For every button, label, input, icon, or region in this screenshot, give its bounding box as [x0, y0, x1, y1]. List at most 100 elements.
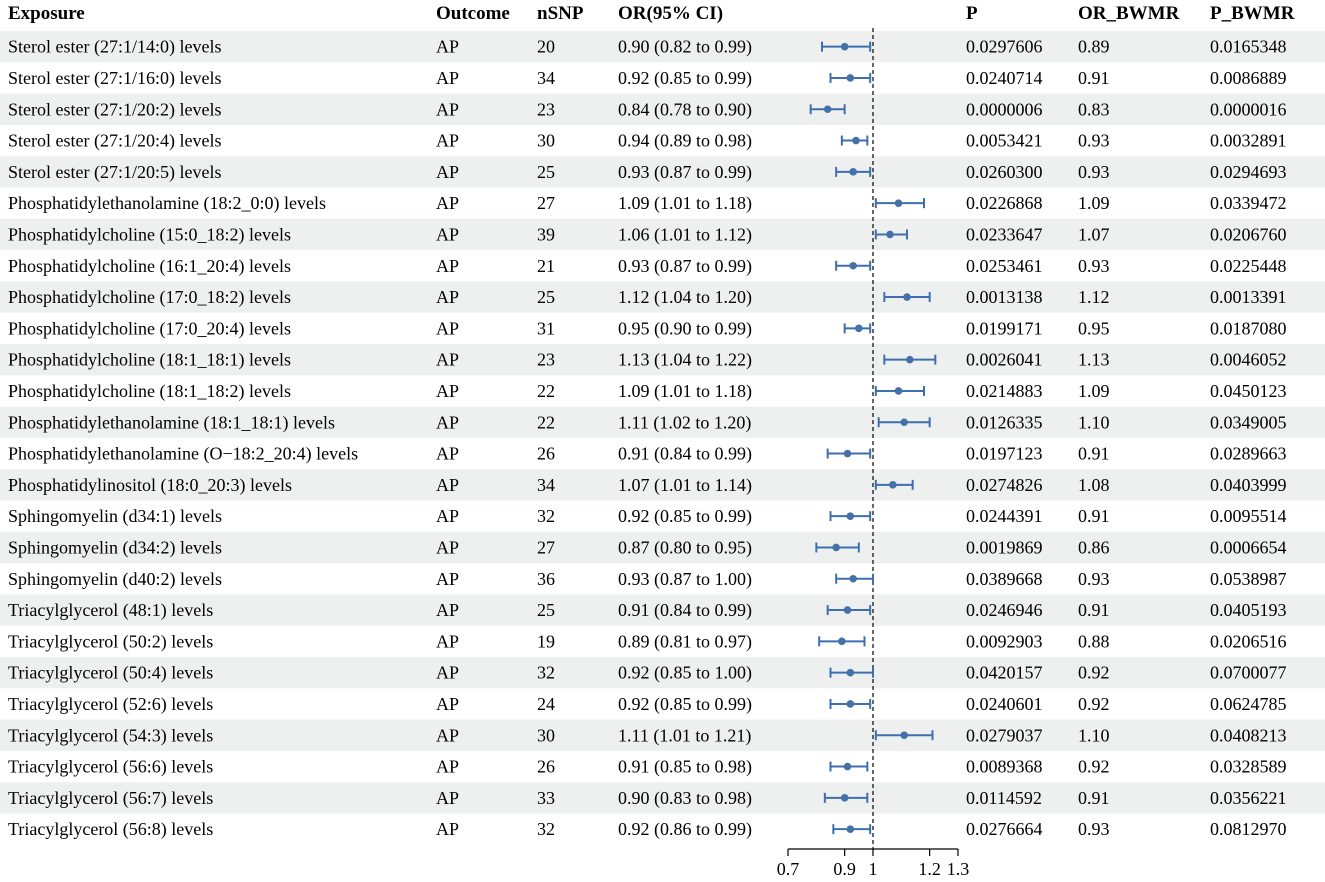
cell-p-bwmr: 0.0294693 [1210, 162, 1287, 182]
cell-exposure: Sphingomyelin (d34:1) levels [8, 506, 222, 527]
or-point [855, 324, 863, 333]
cell-or-bwmr: 1.09 [1078, 193, 1110, 213]
cell-p-bwmr: 0.0339472 [1210, 193, 1287, 213]
cell-nsnp: 30 [537, 131, 555, 151]
cell-p: 0.0214883 [966, 381, 1043, 401]
cell-or-bwmr: 0.93 [1078, 162, 1110, 182]
or-point [906, 355, 914, 364]
cell-nsnp: 31 [537, 318, 555, 338]
cell-or-ci: 0.93 (0.87 to 0.99) [618, 256, 752, 277]
cell-or-ci: 1.06 (1.01 to 1.12) [618, 224, 752, 245]
or-point [840, 794, 849, 802]
cell-or-bwmr: 0.91 [1078, 788, 1110, 808]
cell-nsnp: 26 [537, 757, 555, 777]
cell-p-bwmr: 0.0408213 [1210, 725, 1287, 745]
cell-exposure: Sterol ester (27:1/20:4) levels [8, 131, 221, 152]
cell-or-ci: 0.91 (0.84 to 0.99) [618, 600, 752, 621]
cell-p-bwmr: 0.0013391 [1210, 287, 1287, 307]
or-point [900, 731, 908, 740]
or-point [843, 606, 852, 614]
cell-exposure: Sphingomyelin (d40:2) levels [8, 569, 222, 590]
cell-outcome: AP [436, 68, 459, 88]
cell-exposure: Phosphatidylcholine (15:0_18:2) levels [8, 224, 291, 245]
cell-p: 0.0233647 [966, 224, 1043, 244]
cell-or-ci: 1.07 (1.01 to 1.14) [618, 475, 752, 496]
cell-exposure: Sterol ester (27:1/14:0) levels [8, 37, 221, 58]
cell-p-bwmr: 0.0405193 [1210, 600, 1287, 620]
cell-nsnp: 21 [537, 256, 555, 276]
or-point [840, 42, 849, 51]
column-header: Outcome [436, 3, 510, 24]
cell-or-ci: 0.87 (0.80 to 0.95) [618, 537, 752, 558]
cell-p-bwmr: 0.0538987 [1210, 569, 1287, 589]
cell-p: 0.0260300 [966, 162, 1043, 182]
cell-nsnp: 33 [537, 788, 555, 808]
cell-p: 0.0000006 [966, 99, 1043, 119]
cell-p-bwmr: 0.0032891 [1210, 131, 1287, 151]
cell-or-bwmr: 0.93 [1078, 256, 1110, 276]
x-tick-label: 1.2 [918, 859, 941, 879]
cell-outcome: AP [436, 537, 459, 557]
cell-nsnp: 32 [537, 819, 555, 839]
cell-p-bwmr: 0.0403999 [1210, 475, 1287, 495]
or-point [852, 136, 860, 145]
column-header: P [966, 3, 978, 24]
cell-p: 0.0019869 [966, 537, 1043, 557]
cell-p: 0.0199171 [966, 318, 1043, 338]
cell-or-bwmr: 1.10 [1078, 725, 1110, 745]
or-point [900, 418, 908, 427]
cell-exposure: Phosphatidylethanolamine (O−18:2_20:4) l… [8, 444, 358, 465]
cell-or-ci: 1.11 (1.02 to 1.20) [618, 412, 751, 433]
cell-outcome: AP [436, 475, 459, 495]
cell-outcome: AP [436, 224, 459, 244]
cell-nsnp: 34 [537, 68, 555, 88]
cell-p-bwmr: 0.0289663 [1210, 444, 1287, 464]
cell-or-ci: 0.95 (0.90 to 0.99) [618, 318, 752, 339]
cell-nsnp: 22 [537, 412, 555, 432]
cell-or-ci: 0.92 (0.86 to 0.99) [618, 819, 752, 840]
cell-nsnp: 32 [537, 663, 555, 683]
cell-p: 0.0389668 [966, 569, 1043, 589]
or-point [894, 199, 903, 207]
cell-or-ci: 1.09 (1.01 to 1.18) [618, 193, 752, 214]
cell-p: 0.0126335 [966, 412, 1043, 432]
column-header: P_BWMR [1210, 3, 1295, 24]
cell-p: 0.0253461 [966, 256, 1043, 276]
or-point [849, 261, 857, 270]
cell-exposure: Sphingomyelin (d34:2) levels [8, 537, 222, 558]
cell-or-bwmr: 0.93 [1078, 819, 1110, 839]
cell-exposure: Sterol ester (27:1/20:5) levels [8, 162, 221, 183]
cell-or-ci: 0.91 (0.84 to 0.99) [618, 444, 752, 465]
cell-or-ci: 1.11 (1.01 to 1.21) [618, 725, 751, 746]
cell-exposure: Triacylglycerol (54:3) levels [8, 725, 213, 746]
cell-or-bwmr: 1.12 [1078, 287, 1110, 307]
cell-nsnp: 25 [537, 287, 555, 307]
cell-or-bwmr: 0.86 [1078, 537, 1110, 557]
cell-nsnp: 19 [537, 631, 555, 651]
or-point [846, 668, 855, 677]
column-header: Exposure [8, 3, 85, 24]
cell-outcome: AP [436, 506, 459, 526]
cell-or-bwmr: 0.91 [1078, 444, 1110, 464]
or-point [846, 700, 855, 708]
cell-or-bwmr: 0.92 [1078, 663, 1110, 683]
cell-p: 0.0240714 [966, 68, 1043, 88]
cell-outcome: AP [436, 412, 459, 432]
cell-nsnp: 20 [537, 37, 555, 57]
cell-p-bwmr: 0.0046052 [1210, 350, 1287, 370]
cell-outcome: AP [436, 131, 459, 151]
column-header: OR(95% CI) [618, 3, 723, 24]
cell-outcome: AP [436, 381, 459, 401]
cell-exposure: Sterol ester (27:1/20:2) levels [8, 99, 221, 120]
cell-p: 0.0053421 [966, 131, 1043, 151]
cell-exposure: Phosphatidylcholine (17:0_20:4) levels [8, 318, 291, 339]
cell-p: 0.0276664 [966, 819, 1043, 839]
cell-or-bwmr: 0.92 [1078, 757, 1110, 777]
cell-outcome: AP [436, 600, 459, 620]
cell-outcome: AP [436, 37, 459, 57]
or-point [846, 825, 855, 833]
cell-or-bwmr: 0.91 [1078, 506, 1110, 526]
cell-p-bwmr: 0.0356221 [1210, 788, 1287, 808]
cell-or-ci: 0.93 (0.87 to 1.00) [618, 569, 752, 590]
or-point [903, 293, 911, 301]
